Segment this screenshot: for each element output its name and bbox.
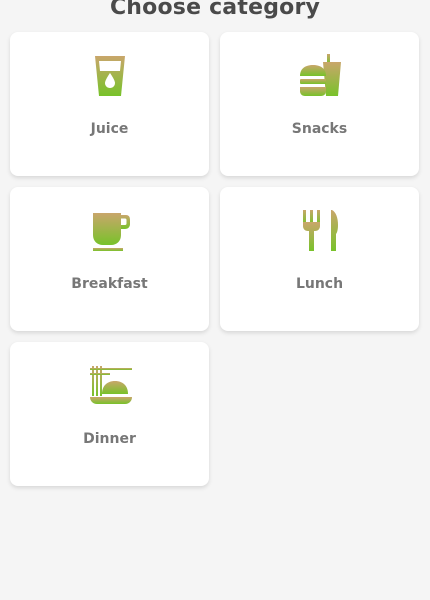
category-label: Breakfast [71,276,148,292]
category-card-snacks[interactable]: Snacks [220,32,419,176]
category-card-lunch[interactable]: Lunch [220,187,419,331]
page-title: Choose category [109,0,321,20]
fork-knife-icon [302,210,338,251]
category-label: Dinner [83,431,136,447]
category-label: Snacks [291,121,348,137]
noodle-bowl-icon [89,366,132,404]
category-card-dinner[interactable]: Dinner [10,342,209,486]
coffee-cup-icon [92,213,130,251]
category-grid: Juice Snacks Breakfast Lunch Dinner [10,32,420,486]
category-label: Juice [90,121,129,137]
burger-drink-icon [299,54,341,96]
category-label: Lunch [295,276,344,292]
category-card-juice[interactable]: Juice [10,32,209,176]
juice-glass-icon [94,56,125,96]
category-card-breakfast[interactable]: Breakfast [10,187,209,331]
